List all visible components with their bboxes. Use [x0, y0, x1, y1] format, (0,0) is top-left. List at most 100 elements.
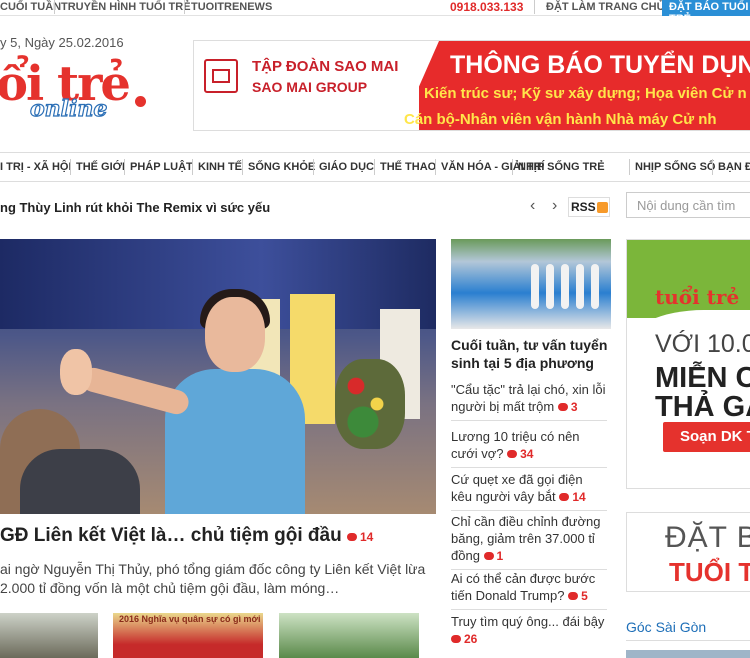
- divider: [184, 0, 185, 14]
- nav-item-nhip-song-so[interactable]: NHỊP SỐNG SỐ: [635, 161, 715, 173]
- divider: [712, 159, 713, 175]
- topbar-link-cuoi-tuan[interactable]: CUỐI TUẦN: [0, 1, 61, 13]
- hotline-number: 0918.033.133: [450, 0, 524, 14]
- list-item[interactable]: Lương 10 triệu có nên cưới vợ? 34: [451, 428, 607, 468]
- site-logo[interactable]: ổi trẻ online: [0, 56, 160, 128]
- subscription-ad[interactable]: ĐẶT BÁ TUỔI TRẺ D: [626, 512, 750, 592]
- list-item[interactable]: Chỉ cần điều chỉnh đường băng, giảm trên…: [451, 513, 607, 570]
- story-thumbnail[interactable]: [279, 613, 419, 658]
- nav-item-nhip-song-tre[interactable]: NHỊP SỐNG TRẺ: [518, 161, 605, 173]
- ad-headline: THÔNG BÁO TUYỂN DỤNG: [450, 51, 750, 79]
- divider: [192, 159, 193, 175]
- subscribe-button[interactable]: ĐẶT BÁO TUỔI TRẺ: [662, 0, 750, 25]
- rss-icon: [597, 202, 608, 213]
- chevron-left-icon[interactable]: ‹: [530, 197, 535, 215]
- nav-item-the-thao[interactable]: THỂ THAO: [380, 161, 436, 173]
- logo-dot: [135, 96, 146, 107]
- nav-item-kinh-te[interactable]: KINH TẾ: [198, 161, 242, 173]
- list-item[interactable]: Ai có thể cản được bước tiến Donald Trum…: [451, 570, 607, 610]
- search-input[interactable]: Nội dung cần tìm: [626, 192, 750, 218]
- ad-text-1: VỚI 10.00: [655, 330, 750, 358]
- divider: [374, 159, 375, 175]
- ad-line-2: Cán bộ-Nhân viên vận hành Nhà máy Cử nh: [404, 111, 717, 128]
- student-figure: [591, 264, 599, 309]
- hero-waving-hand: [60, 349, 92, 395]
- ad-line-1: Kiến trúc sư; Kỹ sư xây dựng; Họa viên C…: [424, 85, 747, 102]
- ad-sms-button[interactable]: Soạn DK T: [663, 422, 750, 452]
- ad-company-name-en: SAO MAI GROUP: [252, 79, 368, 95]
- ad-company-name: TẬP ĐOÀN SAO MAI: [252, 58, 399, 75]
- rss-label: RSS: [571, 200, 596, 214]
- comment-icon: [451, 635, 461, 643]
- hero-summary: ai ngờ Nguyễn Thị Thủy, phó tổng giám đố…: [0, 560, 436, 598]
- topbar-link-truyen-hinh[interactable]: TRUYỀN HÌNH TUỔI TRẺ: [61, 1, 191, 13]
- ad-text-2: TUỔI TRẺ D: [669, 557, 750, 587]
- sao-mai-logo-icon: [204, 59, 238, 93]
- top-utility-bar: CUỐI TUẦN TRUYỀN HÌNH TUỔI TRẺ TUOITRENE…: [0, 0, 750, 25]
- student-figure: [546, 264, 554, 309]
- story-thumbnail[interactable]: [0, 613, 98, 658]
- comment-count-value: 14: [360, 530, 374, 544]
- thumbnail-caption: 2016 Nghĩa vụ quân sự có gì mới: [119, 614, 261, 624]
- list-item-text: Chỉ cần điều chỉnh đường băng, giảm trên…: [451, 514, 601, 563]
- list-item[interactable]: Cứ quẹt xe đã gọi điện kêu người vây bắt…: [451, 471, 607, 511]
- student-figure: [531, 264, 539, 309]
- list-item[interactable]: Truy tìm quý ông... đái bậy 26: [451, 613, 607, 652]
- divider: [626, 640, 750, 641]
- divider: [124, 159, 125, 175]
- hero-summary-line-2: 2.000 tỉ đồng vốn là một chủ tiệm gội đầ…: [0, 580, 340, 596]
- chevron-right-icon[interactable]: ›: [552, 197, 557, 215]
- set-homepage-link[interactable]: ĐẶT LÀM TRANG CHỦ: [546, 1, 665, 13]
- sms-promo-ad[interactable]: tuổi trẻ VỚI 10.00 MIỄN C THẢ GA Soạn DK…: [626, 239, 750, 489]
- comment-count[interactable]: 26: [451, 632, 477, 646]
- news-ticker-headline[interactable]: ng Thùy Linh rút khỏi The Remix vì sức y…: [0, 200, 270, 215]
- divider: [512, 159, 513, 175]
- hero-woman-body: [165, 369, 305, 514]
- list-item-text: Truy tìm quý ông... đái bậy: [451, 614, 605, 629]
- comment-icon: [507, 450, 518, 458]
- comment-count-value: 5: [581, 589, 588, 603]
- hero-headline-text: GĐ Liên kết Việt là… chủ tiệm gội đầu: [0, 525, 342, 546]
- featured-story-title[interactable]: Cuối tuần, tư vấn tuyển sinh tại 5 địa p…: [451, 336, 611, 372]
- hero-headline[interactable]: GĐ Liên kết Việt là… chủ tiệm gội đầu 14: [0, 525, 373, 547]
- divider: [70, 159, 71, 175]
- hero-flower-arrangement: [335, 359, 405, 449]
- topbar-link-tuoitrenews[interactable]: TUOITRENEWS: [191, 1, 272, 13]
- comment-icon: [483, 552, 494, 560]
- nav-item-giao-duc[interactable]: GIÁO DỤC: [319, 161, 374, 173]
- list-item[interactable]: "Cẩu tặc" trả lại chó, xin lỗi người bị …: [451, 381, 607, 421]
- nav-item-song-khoe[interactable]: SỐNG KHỎE: [248, 161, 315, 173]
- nav-item-chinh-tri[interactable]: I TRỊ - XÃ HỘI: [0, 161, 72, 173]
- recruitment-ad-banner[interactable]: TẬP ĐOÀN SAO MAI SAO MAI GROUP THÔNG BÁO…: [193, 40, 750, 131]
- nav-item-phap-luat[interactable]: PHÁP LUẬT: [130, 161, 193, 173]
- nav-item-ban-doc[interactable]: BẠN Đ: [718, 161, 750, 173]
- ad-text-3: THẢ GA: [655, 391, 750, 423]
- student-figure: [576, 264, 584, 309]
- hero-summary-line-1: ai ngờ Nguyễn Thị Thủy, phó tổng giám đố…: [0, 561, 426, 577]
- list-item-text: "Cẩu tặc" trả lại chó, xin lỗi người bị …: [451, 382, 606, 414]
- story-thumbnail[interactable]: 2016 Nghĩa vụ quân sự có gì mới: [113, 613, 263, 658]
- divider: [629, 159, 630, 175]
- hero-image[interactable]: [0, 239, 436, 514]
- ad-text-1: ĐẶT BÁ: [665, 521, 750, 554]
- section-heading-goc-sai-gon[interactable]: Góc Sài Gòn: [626, 619, 706, 635]
- comment-count[interactable]: 14: [559, 490, 586, 504]
- comment-count-value: 3: [570, 400, 578, 414]
- comment-count[interactable]: 34: [507, 447, 533, 461]
- divider: [313, 159, 314, 175]
- rss-button[interactable]: RSS: [568, 197, 610, 217]
- comment-count[interactable]: 3: [557, 400, 578, 414]
- comment-icon: [347, 533, 357, 541]
- divider: [534, 0, 535, 14]
- main-navigation: I TRỊ - XÃ HỘI THẾ GIỚI PHÁP LUẬT KINH T…: [0, 152, 750, 182]
- comment-count[interactable]: 14: [347, 530, 373, 544]
- nav-item-the-gioi[interactable]: THẾ GIỚI: [76, 161, 125, 173]
- divider: [435, 159, 436, 175]
- comment-icon: [557, 403, 568, 411]
- section-thumbnail[interactable]: [626, 650, 750, 658]
- comment-count[interactable]: 5: [568, 589, 588, 603]
- ad-logo: tuổi trẻ: [655, 285, 740, 309]
- featured-story-image[interactable]: [451, 239, 611, 329]
- comment-count[interactable]: 1: [483, 549, 503, 563]
- logo-online: online: [29, 95, 108, 122]
